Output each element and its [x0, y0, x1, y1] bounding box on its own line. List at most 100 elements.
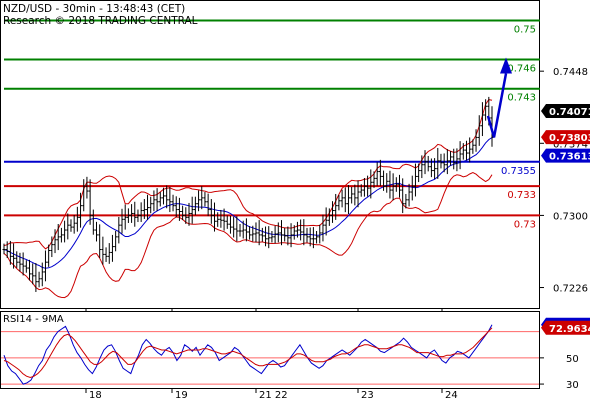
candle	[225, 215, 229, 229]
candle	[171, 194, 175, 212]
candle	[114, 231, 118, 252]
projection-arrow-line	[486, 73, 508, 138]
price-tag: 0.74071	[541, 104, 590, 119]
candle	[15, 251, 19, 268]
price-y-tick-label: 0.7448	[553, 67, 588, 78]
candle	[270, 231, 274, 243]
chart: 0.7226 0.7300 0.7374 0.7448 18 19 21 22 23 24 0.…	[0, 0, 590, 401]
candle	[139, 202, 143, 222]
candle	[203, 192, 207, 207]
candle	[206, 193, 210, 217]
candle	[56, 223, 60, 251]
candle	[238, 223, 242, 237]
chart-svg: 0.72260.73000.73740.744818 19 21 22 23 24 0.…	[0, 0, 590, 401]
candle	[72, 215, 76, 234]
candle	[200, 186, 204, 210]
price-tag-label: 0.74071	[549, 107, 590, 118]
candle	[110, 234, 114, 262]
candle	[197, 190, 201, 212]
candle	[40, 262, 44, 287]
candle	[241, 220, 245, 239]
candle	[346, 185, 350, 215]
candle	[63, 220, 67, 243]
candle	[318, 224, 322, 244]
candle	[34, 262, 38, 292]
rsi-panel-title: RSI14 - 9MA	[3, 314, 64, 325]
candle	[315, 231, 319, 244]
candle	[248, 226, 252, 240]
candle	[104, 247, 108, 262]
candle	[260, 227, 264, 242]
candle	[91, 209, 95, 235]
candle	[401, 178, 405, 214]
candle	[305, 227, 309, 243]
candle	[69, 219, 73, 232]
candle	[299, 219, 303, 241]
candle	[75, 206, 79, 232]
candle	[59, 227, 63, 243]
candle	[382, 170, 386, 191]
level-label: 0.75	[514, 24, 536, 35]
candle	[149, 196, 153, 214]
candle	[66, 213, 70, 240]
candle	[98, 224, 102, 258]
price-tag: 0.73803	[541, 130, 590, 145]
candle	[219, 209, 223, 228]
copyright-notice: Research © 2018 TRADING CENTRAL	[3, 15, 198, 27]
price-y-tick-label: 0.7226	[553, 284, 588, 295]
candle	[302, 219, 306, 246]
rsi-line	[3, 324, 493, 385]
candle	[152, 190, 156, 212]
candle	[254, 222, 258, 243]
candle	[209, 199, 213, 224]
level-label: 0.733	[507, 190, 536, 201]
price-tag-label: 0.73803	[549, 133, 590, 144]
candle	[168, 186, 172, 213]
candle	[378, 159, 382, 186]
candle	[158, 192, 162, 207]
candle	[257, 220, 261, 246]
x-day-label: 21 22	[259, 390, 288, 400]
candle	[193, 196, 197, 216]
candle	[120, 208, 124, 234]
candle	[321, 214, 325, 242]
rsi-value-tag-label: 72.9634	[549, 324, 590, 335]
candle	[324, 207, 328, 236]
candle	[101, 236, 105, 265]
rsi-y-tick-label: 50	[566, 354, 579, 365]
candle	[155, 188, 159, 212]
candle	[458, 141, 462, 170]
candle	[37, 271, 41, 288]
candle	[244, 218, 248, 242]
price-tag-label: 0.73613	[549, 152, 590, 163]
candle	[356, 180, 360, 208]
candle	[350, 186, 354, 204]
candle	[85, 176, 89, 199]
price-tag: 0.73613	[541, 148, 590, 163]
candle	[449, 151, 453, 166]
candle	[43, 250, 47, 282]
candle	[283, 227, 287, 242]
candle	[174, 196, 178, 218]
candle	[181, 205, 185, 221]
candle	[31, 263, 35, 285]
candle	[362, 177, 366, 197]
x-day-label: 23	[361, 390, 374, 400]
candle	[279, 220, 283, 246]
candle	[21, 252, 25, 276]
candle	[190, 196, 194, 224]
bollinger-lower-line	[3, 171, 493, 299]
candle	[410, 175, 414, 201]
candle	[28, 259, 32, 281]
candle	[18, 252, 22, 272]
candle	[340, 189, 344, 208]
candle	[235, 216, 239, 242]
candle	[82, 179, 86, 212]
candle	[130, 204, 134, 223]
candle	[47, 244, 51, 267]
level-label: 0.73	[514, 219, 536, 230]
level-label: 0.743	[507, 93, 536, 104]
x-day-label: 18	[89, 390, 102, 400]
level-label: 0.7355	[501, 166, 536, 177]
candle	[436, 147, 440, 179]
